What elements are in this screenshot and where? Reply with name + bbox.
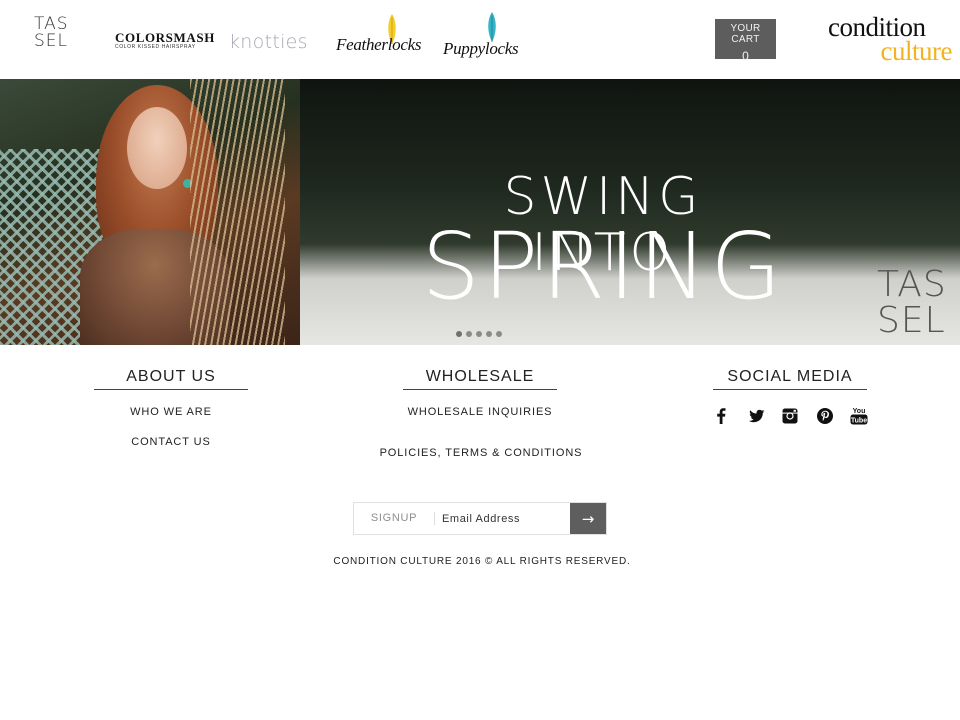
- colorsmash-logo-link[interactable]: COLORSMASH COLOR KISSED HAIRSPRAY: [115, 30, 215, 53]
- svg-text:Tube: Tube: [851, 417, 867, 424]
- hero-tassel-line1: TAS: [877, 264, 947, 305]
- site-header: TAS SEL COLORSMASH COLOR KISSED HAIRSPRA…: [0, 0, 960, 79]
- featherlocks-logo-link[interactable]: Featherlocks: [336, 14, 428, 58]
- puppylocks-logo-link[interactable]: Puppylocks: [443, 12, 533, 62]
- social-media-heading: SOCIAL MEDIA: [713, 368, 867, 390]
- cart-count: 0: [742, 49, 749, 63]
- about-us-column: ABOUT US: [94, 368, 248, 390]
- hero-tassel-logo: TAS SEL: [877, 267, 953, 339]
- contact-us-link[interactable]: CONTACT US: [94, 436, 248, 448]
- wholesale-column: WHOLESALE: [403, 368, 557, 390]
- tassel-logo-line2: SEL: [34, 31, 69, 51]
- model-face: [127, 107, 187, 189]
- cart-button[interactable]: YOUR CART 0: [715, 19, 776, 63]
- cart-label: YOUR CART: [730, 23, 761, 45]
- signup-submit-button[interactable]: →: [570, 503, 606, 534]
- facebook-icon[interactable]: [710, 405, 732, 427]
- policies-terms-link[interactable]: POLICIES, TERMS & CONDITIONS: [370, 447, 592, 459]
- hero-headline-line2: SPRING: [421, 213, 785, 320]
- email-input[interactable]: [442, 503, 570, 534]
- instagram-icon[interactable]: [779, 405, 801, 427]
- copyright-text: CONDITION CULTURE 2016 © ALL RIGHTS RESE…: [333, 556, 631, 567]
- newsletter-signup-form: SIGNUP →: [353, 502, 607, 535]
- condition-culture-logo-line2: culture: [880, 36, 953, 66]
- svg-text:You: You: [853, 408, 866, 415]
- puppylocks-logo-text: Puppylocks: [443, 39, 519, 58]
- pinterest-icon[interactable]: [814, 405, 836, 427]
- hammock-net-right: [190, 79, 285, 345]
- signup-label: SIGNUP: [370, 512, 418, 524]
- slider-dot-5[interactable]: [496, 331, 502, 337]
- slider-dot-3[interactable]: [476, 331, 482, 337]
- colorsmash-logo-name: COLORSMASH: [115, 30, 215, 45]
- wholesale-heading: WHOLESALE: [403, 368, 557, 390]
- hero-photo: [0, 79, 300, 345]
- knotties-logo-link[interactable]: knotties: [229, 30, 313, 54]
- about-us-heading: ABOUT US: [94, 368, 248, 390]
- who-we-are-link[interactable]: WHO WE ARE: [94, 406, 248, 418]
- slider-pagination: [456, 331, 502, 337]
- slider-dot-2[interactable]: [466, 331, 472, 337]
- twitter-icon[interactable]: [745, 405, 767, 427]
- tassel-logo-link[interactable]: TAS SEL: [34, 16, 74, 56]
- wholesale-inquiries-link[interactable]: WHOLESALE INQUIRIES: [380, 406, 580, 418]
- social-media-column: SOCIAL MEDIA: [713, 368, 867, 390]
- teal-feather-icon: [488, 12, 496, 42]
- slider-dot-4[interactable]: [486, 331, 492, 337]
- youtube-icon[interactable]: You Tube: [848, 405, 870, 427]
- signup-divider: [434, 512, 435, 525]
- condition-culture-logo-link[interactable]: condition culture: [828, 14, 956, 66]
- slider-dot-1[interactable]: [456, 331, 462, 337]
- social-icons-row: You Tube: [710, 404, 870, 428]
- featherlocks-logo-text: Featherlocks: [336, 35, 422, 54]
- hero-tassel-line2: SEL: [877, 300, 946, 341]
- hero-banner[interactable]: SWING INTO SPRING TAS SEL: [0, 79, 960, 345]
